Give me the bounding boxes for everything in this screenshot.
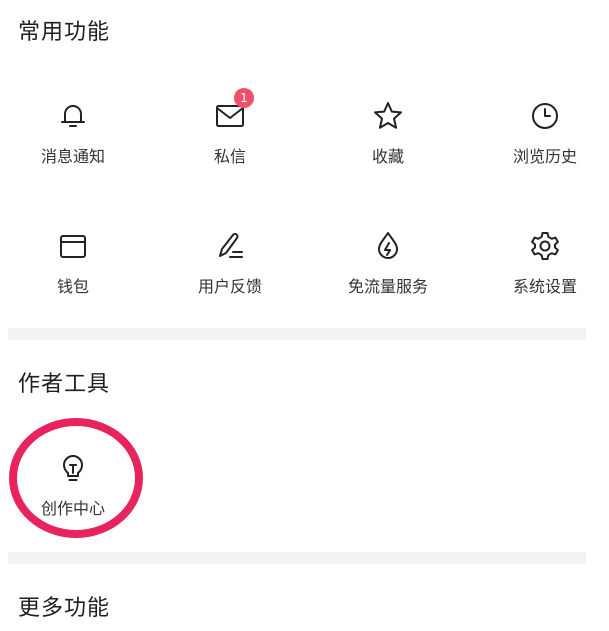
menu-item-favorites[interactable]: 收藏 xyxy=(313,100,463,190)
menu-item-settings[interactable]: 系统设置 xyxy=(470,230,609,320)
menu-item-label: 收藏 xyxy=(371,147,404,166)
menu-item-label: 私信 xyxy=(213,147,246,166)
unread-badge: 1 xyxy=(234,88,254,108)
menu-item-label: 用户反馈 xyxy=(197,277,262,296)
menu-item-wallet[interactable]: 钱包 xyxy=(0,230,148,320)
section-title-author: 作者工具 xyxy=(18,372,111,397)
menu-item-label: 钱包 xyxy=(56,277,89,296)
menu-item-creator-center[interactable]: 创作中心 xyxy=(0,452,148,542)
menu-item-label: 创作中心 xyxy=(40,499,105,518)
section-divider xyxy=(8,552,586,564)
section-title-more: 更多功能 xyxy=(18,596,111,621)
drop-bolt-icon xyxy=(372,230,404,262)
mail-icon: 1 xyxy=(214,88,254,132)
menu-item-free-data[interactable]: 免流量服务 xyxy=(313,230,463,320)
menu-item-history[interactable]: 浏览历史 xyxy=(470,100,609,190)
lightbulb-icon xyxy=(57,452,89,484)
wallet-icon xyxy=(57,230,89,262)
menu-item-label: 消息通知 xyxy=(40,147,105,166)
menu-item-label: 浏览历史 xyxy=(512,147,577,166)
menu-item-label: 系统设置 xyxy=(512,277,577,296)
menu-item-label: 免流量服务 xyxy=(347,277,428,296)
section-divider xyxy=(8,328,586,340)
menu-item-feedback[interactable]: 用户反馈 xyxy=(155,230,305,320)
pen-icon xyxy=(214,230,246,262)
clock-icon xyxy=(529,100,561,132)
menu-item-messages[interactable]: 1 私信 xyxy=(155,88,305,190)
section-title-common: 常用功能 xyxy=(18,20,111,45)
star-icon xyxy=(372,100,404,132)
bell-icon xyxy=(57,100,89,132)
menu-item-notifications[interactable]: 消息通知 xyxy=(0,100,148,190)
gear-icon xyxy=(529,230,561,262)
